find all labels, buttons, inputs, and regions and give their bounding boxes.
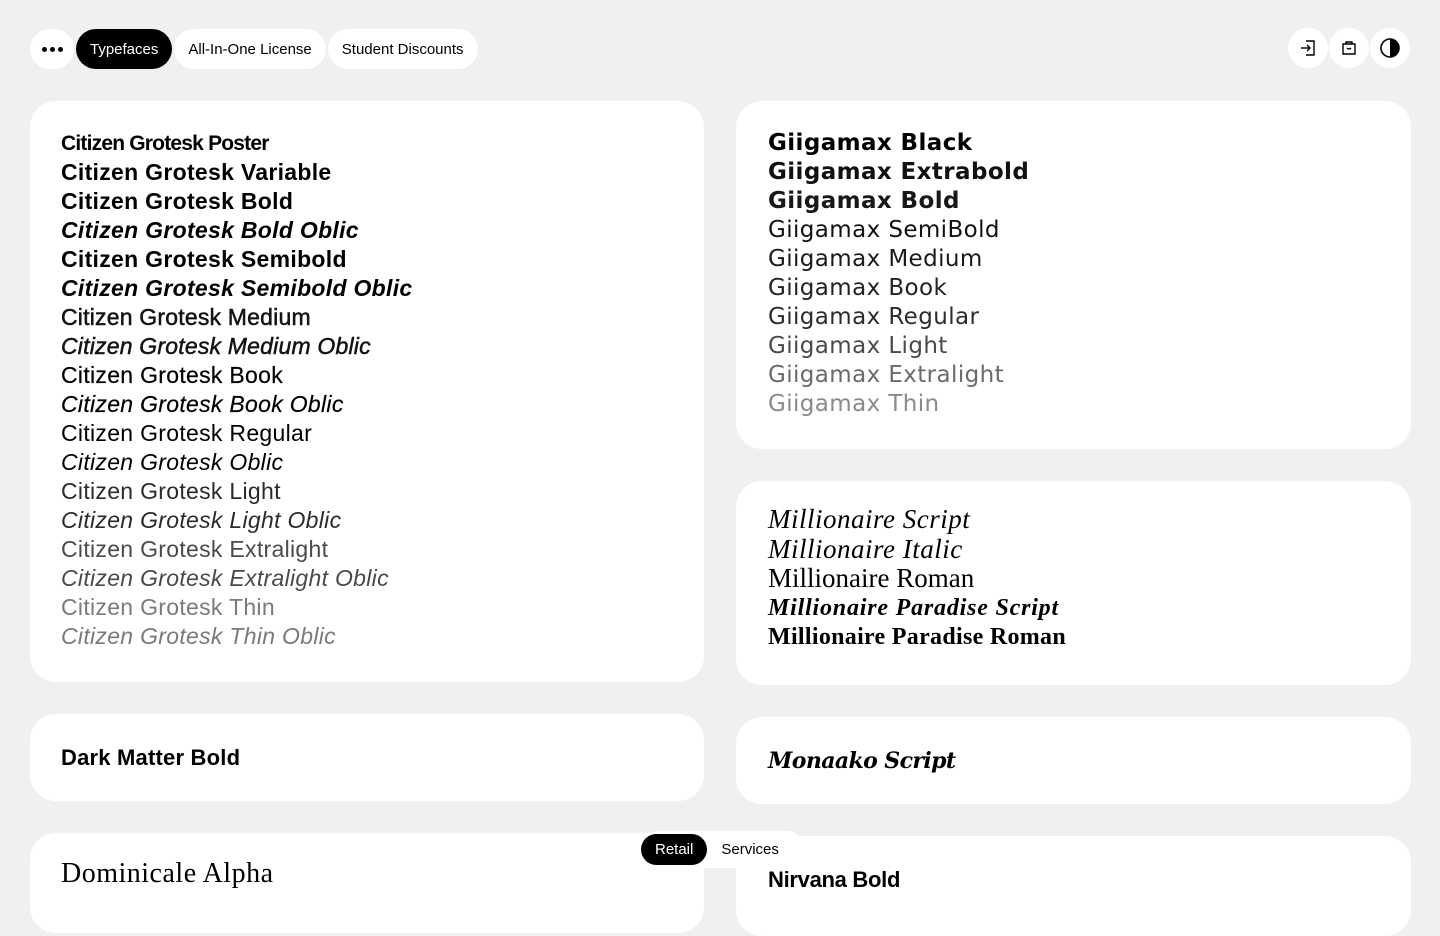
theme-toggle-button[interactable]: [1370, 28, 1410, 68]
font-style-link[interactable]: Millionaire Script: [768, 504, 1380, 535]
font-style-link[interactable]: Citizen Grotesk Variable: [61, 158, 673, 187]
typeface-card-millionaire[interactable]: Millionaire Script Millionaire Italic Mi…: [736, 481, 1411, 685]
segment-retail[interactable]: Retail: [641, 834, 708, 865]
font-style-link[interactable]: Monaako Script: [768, 748, 956, 774]
login-icon: [1301, 40, 1315, 56]
font-style-link[interactable]: Citizen Grotesk Poster: [61, 129, 673, 158]
font-style-link[interactable]: Dark Matter Bold: [61, 745, 240, 771]
font-style-link[interactable]: Citizen Grotesk Thin: [61, 593, 673, 622]
font-style-link[interactable]: Citizen Grotesk Semibold Oblic: [61, 274, 673, 303]
font-style-link[interactable]: Citizen Grotesk Medium Oblic: [61, 332, 673, 361]
tab-typefaces[interactable]: Typefaces: [76, 29, 173, 69]
header-actions: [1288, 28, 1410, 68]
font-style-link[interactable]: Citizen Grotesk Semibold: [61, 245, 673, 274]
font-style-link[interactable]: Nirvana Bold: [768, 867, 900, 893]
cart-button[interactable]: [1329, 28, 1369, 68]
font-style-link[interactable]: Giigamax Extralight: [768, 361, 1380, 390]
typeface-card-monaako[interactable]: Monaako Script: [736, 717, 1411, 804]
license-type-toggle: Retail Services: [641, 831, 805, 868]
contrast-toggle-icon: [1380, 38, 1400, 58]
tab-student-discounts[interactable]: Student Discounts: [327, 29, 478, 69]
font-style-link[interactable]: Millionaire Paradise Roman: [768, 623, 1380, 653]
font-style-link[interactable]: Citizen Grotesk Book Oblic: [61, 390, 673, 419]
more-dots-icon: [41, 46, 63, 52]
font-style-link[interactable]: Giigamax SemiBold: [768, 216, 1380, 245]
more-menu-button[interactable]: [30, 29, 74, 69]
font-style-link[interactable]: Giigamax Extrabold: [768, 158, 1380, 187]
font-style-link[interactable]: Citizen Grotesk Oblic: [61, 448, 673, 477]
font-style-link[interactable]: Citizen Grotesk Light Oblic: [61, 506, 673, 535]
typeface-card-nirvana[interactable]: Nirvana Bold: [736, 836, 1411, 936]
font-style-link[interactable]: Citizen Grotesk Extralight Oblic: [61, 564, 673, 593]
font-style-link[interactable]: Citizen Grotesk Thin Oblic: [61, 622, 673, 651]
font-style-link[interactable]: Millionaire Paradise Script: [768, 594, 1380, 624]
typeface-card-giigamax[interactable]: Giigamax Black Giigamax Extrabold Giigam…: [736, 101, 1411, 449]
font-style-link[interactable]: Citizen Grotesk Bold Oblic: [61, 216, 673, 245]
font-style-link[interactable]: Giigamax Medium: [768, 245, 1380, 274]
font-style-link[interactable]: Citizen Grotesk Extralight: [61, 535, 673, 564]
typeface-card-citizen-grotesk[interactable]: Citizen Grotesk Poster Citizen Grotesk V…: [30, 101, 704, 682]
font-style-link[interactable]: Citizen Grotesk Regular: [61, 419, 673, 448]
font-style-link[interactable]: Millionaire Italic: [768, 534, 1380, 565]
font-style-link[interactable]: Millionaire Roman: [768, 563, 1380, 594]
font-style-link[interactable]: Giigamax Black: [768, 129, 1380, 158]
font-style-link[interactable]: Giigamax Bold: [768, 187, 1380, 216]
font-style-link[interactable]: Citizen Grotesk Bold: [61, 187, 673, 216]
font-style-link[interactable]: Citizen Grotesk Book: [61, 361, 673, 390]
font-style-link[interactable]: Citizen Grotesk Light: [61, 477, 673, 506]
segment-services[interactable]: Services: [707, 834, 793, 865]
typeface-card-dominicale[interactable]: Dominicale Alpha: [30, 833, 704, 933]
font-style-link[interactable]: Giigamax Light: [768, 332, 1380, 361]
top-navigation: Typefaces All-In-One License Student Dis…: [30, 29, 480, 69]
font-style-link[interactable]: Giigamax Book: [768, 274, 1380, 303]
tab-all-in-one-license[interactable]: All-In-One License: [174, 29, 326, 69]
font-style-link[interactable]: Giigamax Thin: [768, 390, 1380, 419]
login-button[interactable]: [1288, 28, 1328, 68]
font-style-link[interactable]: Dominicale Alpha: [61, 858, 274, 890]
typeface-card-dark-matter[interactable]: Dark Matter Bold: [30, 714, 704, 801]
font-style-link[interactable]: Giigamax Regular: [768, 303, 1380, 332]
shopping-bag-icon: [1342, 41, 1356, 55]
font-style-link[interactable]: Citizen Grotesk Medium: [61, 303, 673, 332]
